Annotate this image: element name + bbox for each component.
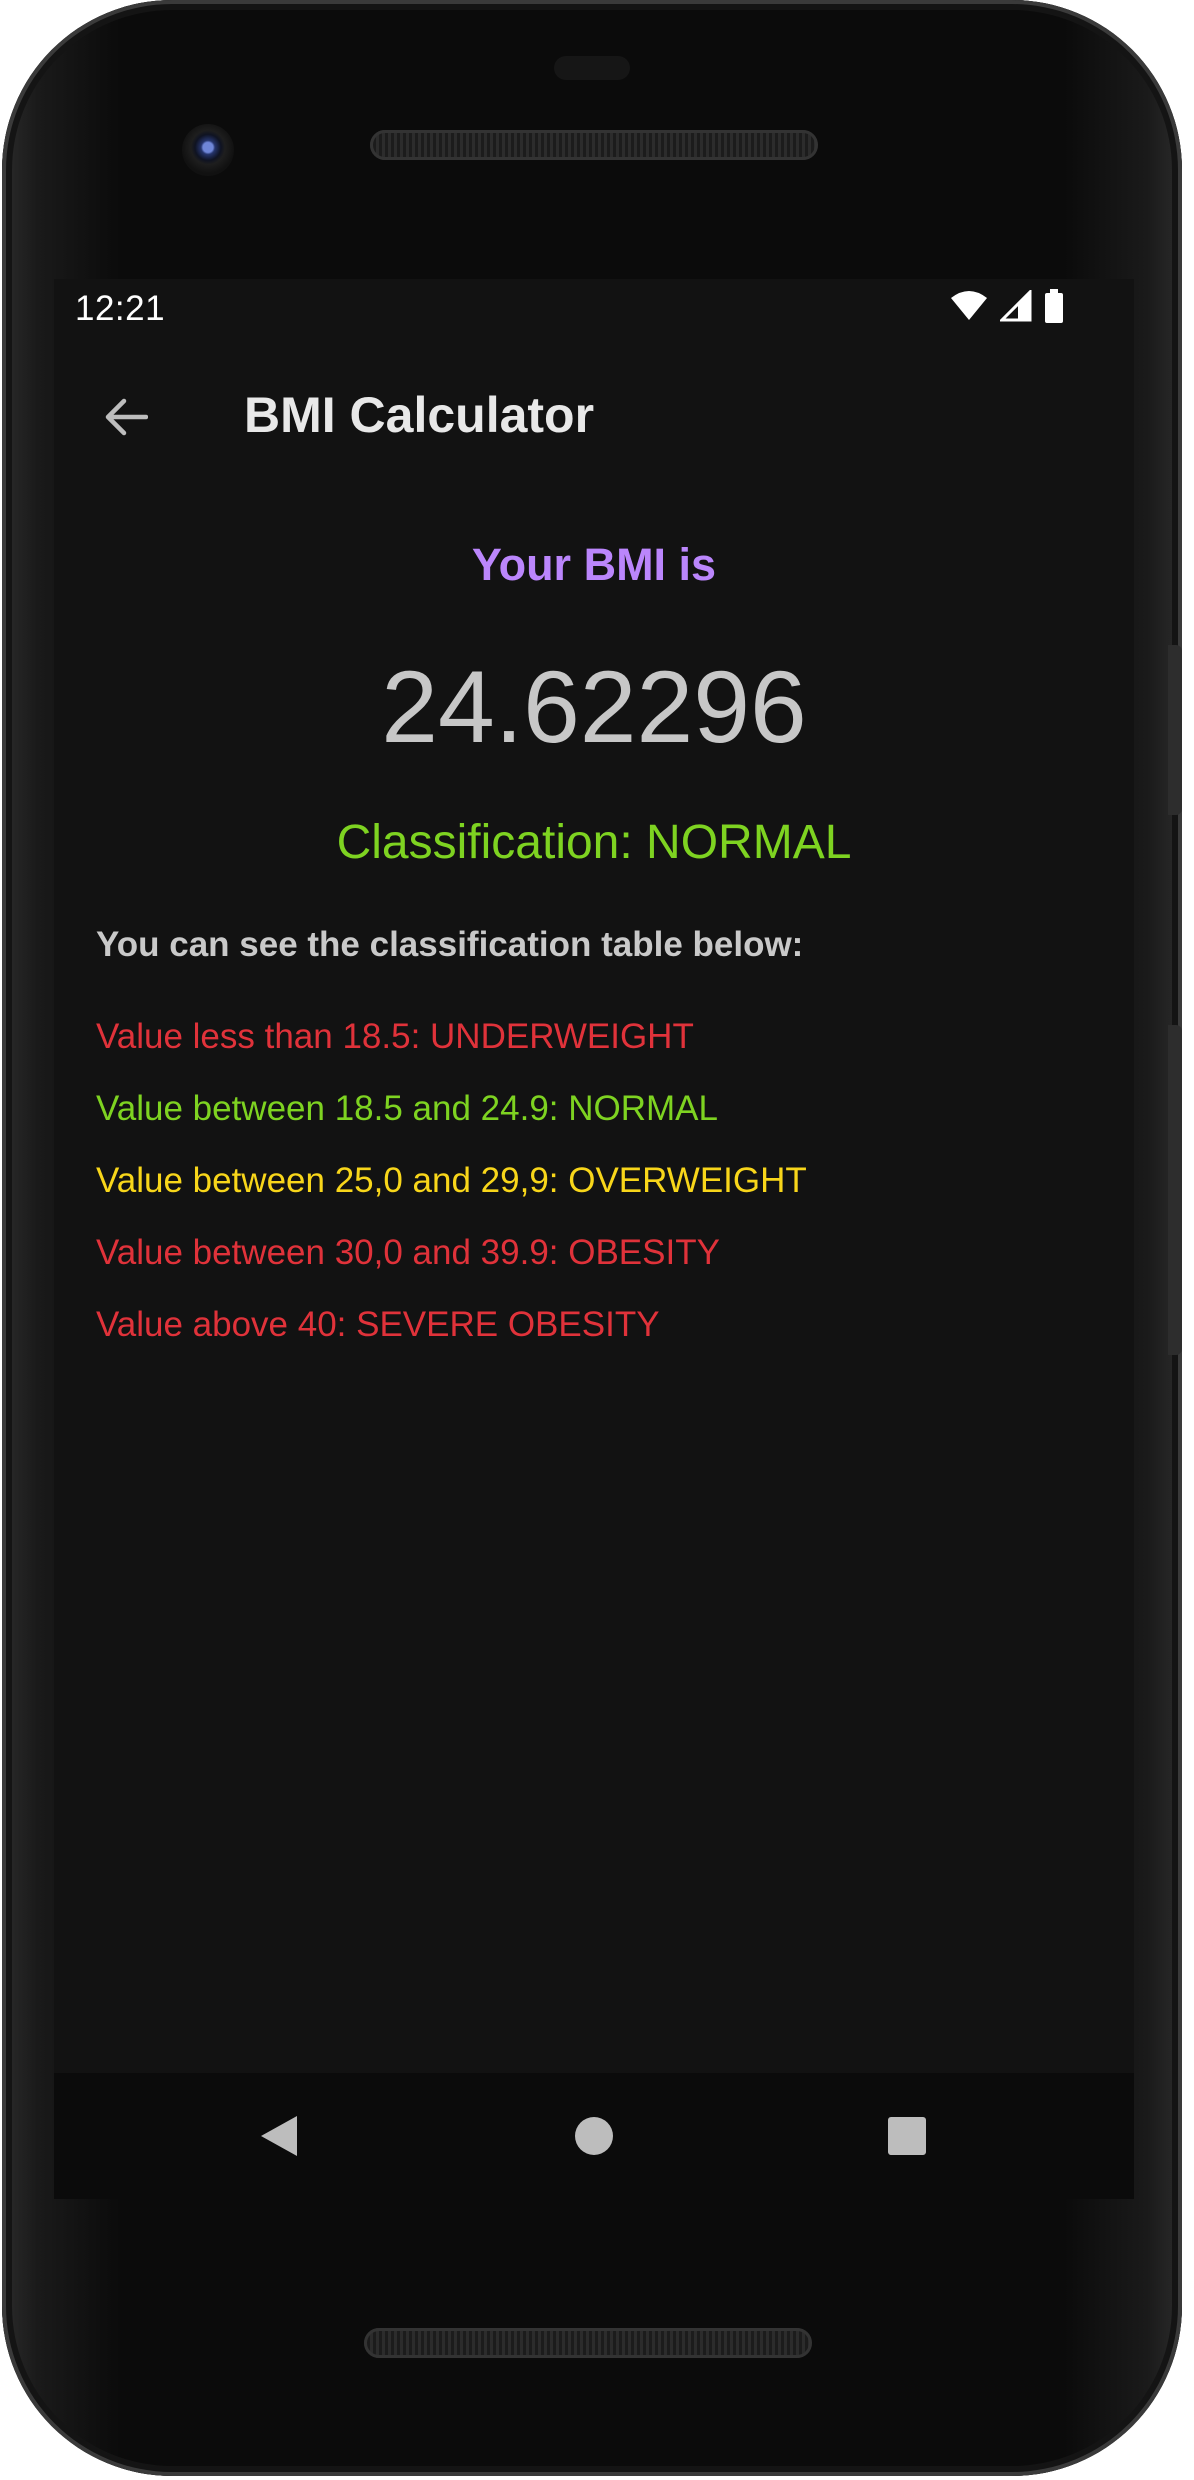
nav-recents-icon	[888, 2117, 926, 2155]
classification-row-normal: Value between 18.5 and 24.9: NORMAL	[96, 1089, 718, 1128]
classification-row-overweight: Value between 25,0 and 29,9: OVERWEIGHT	[96, 1161, 807, 1200]
nav-home-icon	[575, 2117, 613, 2155]
classification-row-severe-obesity: Value above 40: SEVERE OBESITY	[96, 1305, 660, 1344]
status-icons	[950, 289, 1064, 323]
classification-label: Classification: NORMAL	[336, 816, 852, 869]
app-bar: BMI Calculator	[54, 342, 1134, 489]
system-nav-bar	[54, 2073, 1134, 2199]
power-button	[1168, 1025, 1182, 1355]
status-time: 12:21	[75, 289, 166, 328]
nav-recents-button[interactable]	[872, 2101, 942, 2171]
back-button[interactable]	[90, 382, 160, 452]
app-screen: 12:21 BMI Calculator Your BMI is 24.6229…	[54, 279, 1134, 2199]
classification-table-intro: You can see the classification table bel…	[96, 925, 804, 964]
volume-button	[1168, 645, 1182, 815]
bottom-speaker	[364, 2328, 812, 2358]
earpiece-speaker	[370, 130, 818, 160]
bmi-value: 24.62296	[381, 650, 807, 764]
cell-signal-icon	[1000, 290, 1032, 322]
wifi-icon	[951, 291, 987, 320]
nav-back-button[interactable]	[244, 2101, 314, 2171]
app-title: BMI Calculator	[244, 387, 595, 443]
nav-back-icon	[261, 2116, 297, 2156]
status-bar: 12:21	[54, 279, 1134, 342]
front-camera-icon	[182, 124, 234, 176]
battery-icon	[1045, 289, 1063, 323]
nav-home-button[interactable]	[559, 2101, 629, 2171]
arrow-left-icon	[105, 398, 148, 436]
classification-row-underweight: Value less than 18.5: UNDERWEIGHT	[96, 1017, 694, 1056]
classification-row-obesity: Value between 30,0 and 39.9: OBESITY	[96, 1233, 720, 1272]
top-sensor-slot	[554, 56, 630, 80]
phone-frame: 12:21 BMI Calculator Your BMI is 24.6229…	[2, 0, 1182, 2476]
bmi-heading: Your BMI is	[471, 539, 717, 590]
